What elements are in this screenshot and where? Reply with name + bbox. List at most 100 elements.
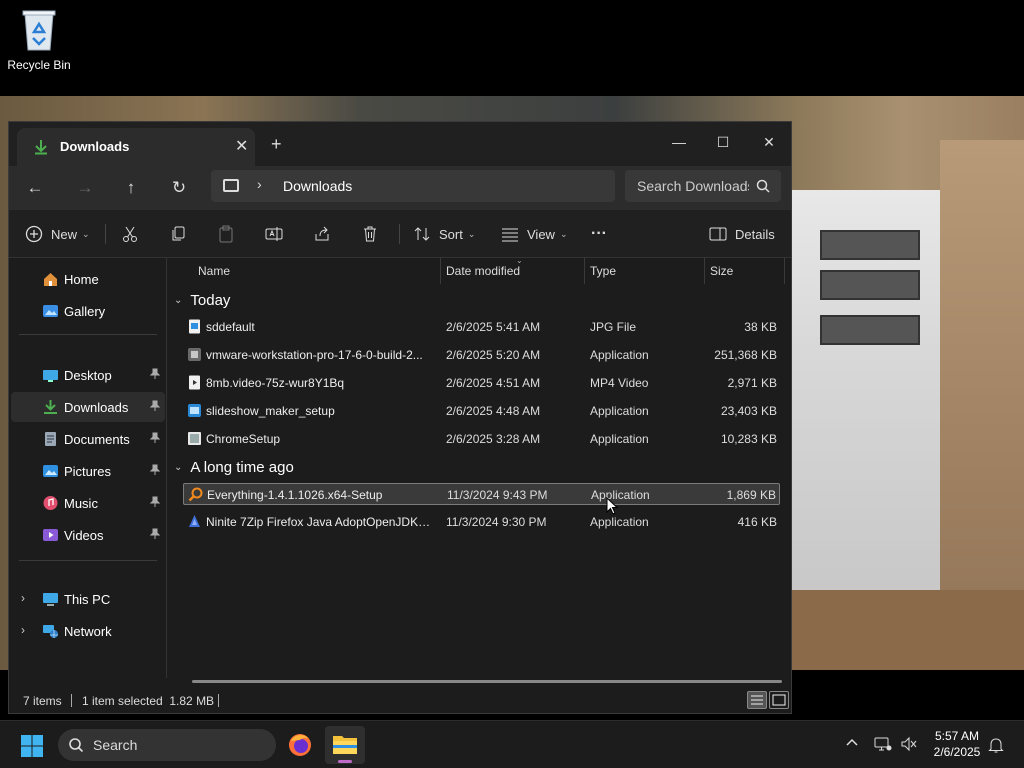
ninite-app-icon [189, 515, 200, 527]
sidebar-item-label: Pictures [64, 464, 111, 479]
breadcrumb-downloads[interactable]: Downloads [283, 178, 352, 194]
column-divider[interactable] [584, 258, 585, 284]
table-row[interactable]: ChromeSetup 2/6/2025 3:28 AM Application… [183, 428, 780, 450]
tab-close-icon[interactable]: ✕ [235, 136, 248, 156]
table-row[interactable]: Everything-1.4.1.1026.x64-Setup 11/3/202… [183, 483, 780, 505]
volume-muted-icon [901, 736, 917, 752]
file-date: 11/3/2024 9:43 PM [447, 488, 548, 502]
wallpaper-shelf [940, 140, 1024, 590]
sidebar-item-videos[interactable]: Videos [11, 520, 165, 550]
taskbar-file-explorer[interactable] [325, 726, 365, 764]
sidebar-item-pictures[interactable]: Pictures [11, 456, 165, 486]
breadcrumb-chevron-icon[interactable]: › [257, 176, 262, 192]
tab-downloads[interactable]: Downloads ✕ [17, 128, 255, 166]
sidebar-item-downloads[interactable]: Downloads [11, 392, 165, 422]
expand-chevron-icon[interactable]: › [21, 591, 25, 605]
forward-button[interactable]: → [71, 175, 99, 201]
sort-button[interactable]: Sort ⌄ [413, 222, 475, 246]
refresh-button[interactable]: ↻ [165, 175, 193, 201]
file-size: 2,971 KB [727, 376, 777, 390]
minimize-button[interactable]: — [657, 128, 701, 156]
more-options-button[interactable]: ··· [591, 222, 607, 246]
volume-button[interactable] [900, 736, 918, 755]
taskbar-clock[interactable]: 5:57 AM 2/6/2025 [926, 728, 988, 760]
recycle-bin-shortcut[interactable]: Recycle Bin [6, 6, 72, 76]
tiles-view-button[interactable] [769, 691, 789, 709]
search-input[interactable]: Search Downloads [625, 170, 781, 202]
new-label: New [51, 226, 78, 242]
collapse-chevron-icon: ⌄ [174, 295, 183, 306]
column-divider[interactable] [784, 258, 785, 284]
table-row[interactable]: sddefault 2/6/2025 5:41 AM JPG File 38 K… [183, 316, 780, 338]
sidebar-item-this-pc[interactable]: › This PC [11, 584, 165, 614]
sidebar-item-home[interactable]: Home [11, 264, 165, 294]
column-header-date[interactable]: Date modified [446, 264, 520, 278]
pictures-icon [43, 465, 58, 477]
navigation-bar: ← → ↑ ↻ › Downloads Search Downloads [9, 166, 791, 210]
cut-icon [123, 226, 137, 242]
notifications-button[interactable] [988, 736, 1004, 757]
address-bar[interactable]: › Downloads [211, 170, 615, 202]
file-size: 1,869 KB [726, 488, 776, 502]
taskbar-firefox[interactable] [280, 726, 320, 764]
windows-start-icon[interactable] [20, 734, 44, 758]
sidebar-item-music[interactable]: Music [11, 488, 165, 518]
maximize-button[interactable]: ☐ [701, 128, 745, 156]
sidebar-item-network[interactable]: › Network [11, 616, 165, 646]
table-row[interactable]: Ninite 7Zip Firefox Java AdoptOpenJDK x.… [183, 511, 780, 533]
new-tab-button[interactable]: + [271, 134, 282, 155]
table-row[interactable]: slideshow_maker_setup 2/6/2025 4:48 AM A… [183, 400, 780, 422]
details-view-button[interactable] [747, 691, 767, 709]
column-header-type[interactable]: Type [590, 264, 616, 278]
sidebar-item-gallery[interactable]: Gallery [11, 296, 165, 326]
up-button[interactable]: ↑ [117, 175, 145, 201]
column-header-size[interactable]: Size [710, 264, 733, 278]
copy-button[interactable] [169, 222, 187, 246]
search-placeholder: Search Downloads [637, 178, 749, 194]
file-name: Ninite 7Zip Firefox Java AdoptOpenJDK x.… [206, 515, 432, 529]
chevron-up-icon [846, 738, 858, 746]
bell-icon [988, 738, 1004, 753]
group-header-a-long-time-ago[interactable]: ⌄ A long time ago [174, 459, 294, 476]
sidebar-item-documents[interactable]: Documents [11, 424, 165, 454]
details-pane-icon [709, 227, 727, 241]
table-row[interactable]: vmware-workstation-pro-17-6-0-build-2...… [183, 344, 780, 366]
share-button[interactable] [313, 222, 331, 246]
close-button[interactable]: ✕ [747, 128, 791, 156]
back-button[interactable]: ← [21, 175, 49, 201]
rename-button[interactable] [265, 222, 283, 246]
sort-label: Sort [439, 226, 463, 242]
paste-button[interactable] [217, 222, 235, 246]
wallpaper-drive-bay [820, 230, 920, 260]
toolbar-divider [399, 224, 400, 244]
wallpaper-drive-bay [820, 270, 920, 300]
sort-indicator-icon: ⌄ [516, 256, 523, 265]
horizontal-scrollbar[interactable] [192, 680, 782, 683]
new-button[interactable]: New ⌄ [25, 222, 90, 246]
pin-icon [149, 464, 161, 479]
column-divider[interactable] [440, 258, 441, 284]
table-row[interactable]: 8mb.video-75z-wur8Y1Bq 2/6/2025 4:51 AM … [183, 372, 780, 394]
column-header-name[interactable]: Name [198, 264, 230, 278]
show-hidden-icons-button[interactable] [845, 736, 859, 753]
documents-icon [45, 432, 56, 446]
delete-button[interactable] [361, 222, 379, 246]
file-type: Application [590, 348, 649, 362]
cut-button[interactable] [121, 222, 139, 246]
trash-icon [364, 226, 376, 242]
chrome-app-icon [188, 432, 201, 445]
sidebar-item-desktop[interactable]: Desktop [11, 360, 165, 390]
pin-icon [149, 368, 161, 383]
chevron-down-icon: ⌄ [82, 228, 90, 239]
paste-icon [219, 225, 233, 243]
this-pc-icon[interactable] [223, 179, 239, 192]
network-status-button[interactable] [874, 736, 892, 755]
details-pane-button[interactable]: Details [709, 222, 775, 246]
column-divider[interactable] [704, 258, 705, 284]
toolbar-divider [105, 224, 106, 244]
view-button[interactable]: View ⌄ [501, 222, 568, 246]
group-header-today[interactable]: ⌄ Today [174, 292, 230, 309]
taskbar-search-box[interactable]: Search [58, 729, 276, 761]
videos-icon [43, 529, 58, 541]
expand-chevron-icon[interactable]: › [21, 623, 25, 637]
